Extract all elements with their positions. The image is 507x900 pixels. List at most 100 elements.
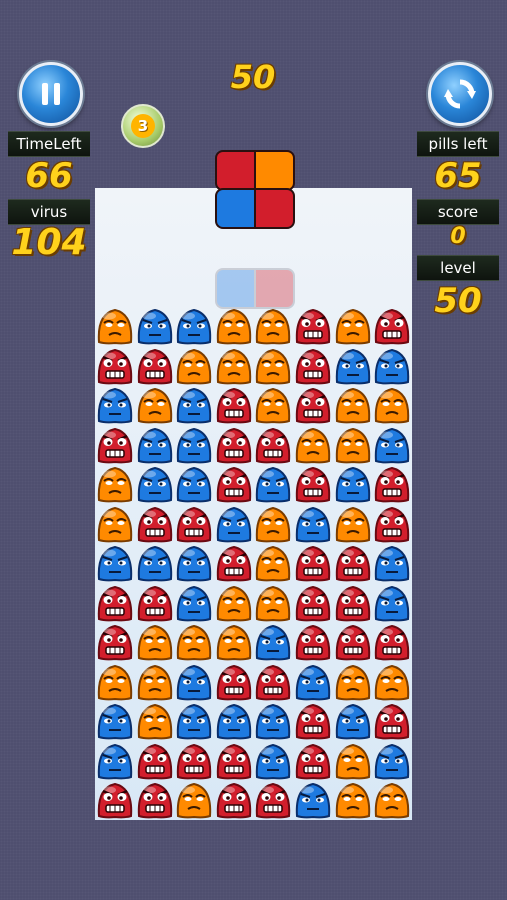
red-virus <box>214 780 254 820</box>
orange-virus <box>135 662 175 702</box>
level-value: 50 <box>434 281 482 321</box>
red-virus <box>293 583 333 623</box>
blue-virus <box>95 385 135 425</box>
score-value: 0 <box>450 224 466 249</box>
red-virus <box>253 662 293 702</box>
orange-virus <box>214 622 254 662</box>
red-virus <box>174 504 214 544</box>
red-virus <box>293 385 333 425</box>
orange-virus <box>333 662 373 702</box>
orange-virus <box>135 701 175 741</box>
virus-grid <box>95 306 412 820</box>
red-virus <box>293 741 333 781</box>
blue-virus <box>372 741 412 781</box>
red-virus <box>214 464 254 504</box>
orange-virus <box>174 622 214 662</box>
blue-virus <box>372 583 412 623</box>
red-virus <box>293 464 333 504</box>
orange-virus <box>174 346 214 386</box>
red-virus <box>95 780 135 820</box>
red-virus <box>135 741 175 781</box>
orange-virus <box>95 662 135 702</box>
red-virus <box>372 464 412 504</box>
pill-half <box>254 150 295 191</box>
blue-virus <box>95 741 135 781</box>
red-virus <box>333 583 373 623</box>
refresh-icon <box>444 79 476 109</box>
blue-virus <box>214 701 254 741</box>
orange-virus <box>372 780 412 820</box>
red-virus <box>214 543 254 583</box>
orange-virus <box>214 583 254 623</box>
orange-virus <box>333 306 373 346</box>
timeleft-value: 66 <box>25 156 73 196</box>
orange-virus <box>253 583 293 623</box>
red-virus <box>253 780 293 820</box>
red-virus <box>95 346 135 386</box>
blue-virus <box>293 780 333 820</box>
red-virus <box>174 741 214 781</box>
blue-virus <box>135 306 175 346</box>
red-virus <box>95 583 135 623</box>
blue-virus <box>174 583 214 623</box>
pill-half <box>254 268 295 309</box>
red-virus <box>95 425 135 465</box>
blue-virus <box>95 701 135 741</box>
orange-virus <box>253 346 293 386</box>
blue-virus <box>214 504 254 544</box>
orange-virus <box>214 306 254 346</box>
red-virus <box>293 306 333 346</box>
restart-button[interactable] <box>428 62 492 126</box>
red-virus <box>135 346 175 386</box>
orange-virus <box>95 504 135 544</box>
orange-virus <box>293 425 333 465</box>
blue-virus <box>174 306 214 346</box>
orange-virus <box>372 662 412 702</box>
blue-virus <box>293 504 333 544</box>
orange-virus <box>95 464 135 504</box>
red-virus <box>135 504 175 544</box>
timer-badge-count: 3 <box>131 114 155 138</box>
blue-virus <box>372 425 412 465</box>
blue-virus <box>372 346 412 386</box>
red-virus <box>214 741 254 781</box>
red-virus <box>333 543 373 583</box>
points-counter: 50 <box>230 58 276 96</box>
blue-virus <box>135 464 175 504</box>
blue-virus <box>372 543 412 583</box>
pills-left-value: 65 <box>434 156 482 196</box>
orange-virus <box>135 622 175 662</box>
pill-half <box>215 188 254 229</box>
orange-virus <box>333 741 373 781</box>
pills-left-label: pills left <box>417 131 499 157</box>
blue-virus <box>174 662 214 702</box>
red-virus <box>214 385 254 425</box>
virus-count: 104 <box>11 222 87 263</box>
blue-virus <box>253 701 293 741</box>
red-virus <box>293 543 333 583</box>
red-virus <box>95 622 135 662</box>
orange-virus <box>333 504 373 544</box>
orange-virus <box>253 385 293 425</box>
red-virus <box>293 622 333 662</box>
red-virus <box>214 662 254 702</box>
orange-virus <box>372 385 412 425</box>
pill-half <box>215 268 254 309</box>
pill-half <box>215 150 254 191</box>
score-label: score <box>417 199 499 225</box>
blue-virus <box>174 543 214 583</box>
red-virus <box>333 622 373 662</box>
blue-virus <box>253 464 293 504</box>
red-virus <box>135 780 175 820</box>
blue-virus <box>333 464 373 504</box>
red-virus <box>372 622 412 662</box>
blue-virus <box>174 425 214 465</box>
red-virus <box>253 425 293 465</box>
orange-virus <box>95 306 135 346</box>
pause-button[interactable] <box>19 62 83 126</box>
blue-virus <box>135 425 175 465</box>
timer-icon: 3 <box>121 104 165 148</box>
blue-virus <box>333 346 373 386</box>
blue-virus <box>135 543 175 583</box>
red-virus <box>372 504 412 544</box>
